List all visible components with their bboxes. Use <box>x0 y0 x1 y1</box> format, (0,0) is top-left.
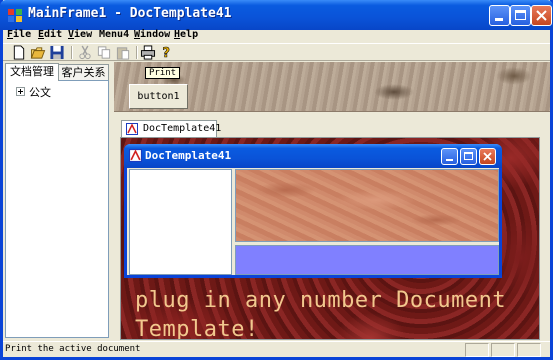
maximize-icon <box>464 152 473 160</box>
tab-label: 文档管理 <box>10 65 54 78</box>
app-icon <box>8 9 22 22</box>
menu-edit[interactable]: Edit <box>38 29 62 40</box>
toolbar-separator <box>136 46 138 59</box>
title-bar[interactable]: MainFrame1 - DocTemplate41 <box>0 0 553 30</box>
close-icon <box>483 152 492 161</box>
child-close-button[interactable] <box>479 148 496 165</box>
child-window-title: DocTemplate41 <box>145 149 232 162</box>
tree-expand-icon[interactable] <box>16 87 25 96</box>
left-pane: 文档管理 客户关系 公文 <box>3 62 111 340</box>
save-icon[interactable] <box>49 45 65 60</box>
document-icon <box>129 149 142 162</box>
button1[interactable]: button1 <box>129 84 188 109</box>
status-bar: Print the active document <box>3 341 550 357</box>
child-texture-view[interactable] <box>235 169 499 242</box>
new-icon[interactable] <box>11 45 27 60</box>
minimize-button[interactable] <box>489 5 510 26</box>
menu-window[interactable]: Window <box>134 29 170 40</box>
menu-menu4[interactable]: Menu4 <box>99 29 129 40</box>
tab-document-management[interactable]: 文档管理 <box>5 63 59 81</box>
child-left-pane[interactable] <box>129 169 232 275</box>
child-maximize-button[interactable] <box>460 148 477 165</box>
status-text: Print the active document <box>5 344 141 354</box>
open-icon[interactable] <box>30 45 46 60</box>
tree-item-label[interactable]: 公文 <box>29 84 51 100</box>
minimize-icon <box>446 159 453 161</box>
tree-view[interactable]: 公文 <box>5 80 109 338</box>
paste-icon[interactable] <box>115 45 131 60</box>
window-title: MainFrame1 - DocTemplate41 <box>28 6 232 21</box>
child-minimize-button[interactable] <box>441 148 458 165</box>
background-text: plug in any number Document Template! <box>135 288 507 340</box>
copy-icon[interactable] <box>96 45 112 60</box>
menu-help[interactable]: Help <box>174 29 198 40</box>
toolbar-separator <box>71 46 73 59</box>
child-window: DocTemplate41 <box>124 144 502 278</box>
print-icon[interactable] <box>140 45 156 60</box>
print-tooltip: Print <box>145 67 181 79</box>
tab-label: DocTemplate41 <box>143 123 222 134</box>
svg-text:?: ? <box>162 46 170 60</box>
child-title-bar[interactable]: DocTemplate41 <box>124 144 502 168</box>
toolbar: ? <box>3 43 550 61</box>
status-panel <box>491 343 515 357</box>
status-panel <box>465 343 489 357</box>
tab-customer-relations[interactable]: 客户关系 <box>58 64 109 80</box>
status-panel <box>517 343 541 357</box>
maximize-button[interactable] <box>510 5 531 26</box>
cut-icon[interactable] <box>77 45 93 60</box>
close-icon <box>536 10 547 21</box>
child-window-body <box>127 168 499 275</box>
tab-label: 客户关系 <box>61 66 106 79</box>
tab-doctemplate[interactable]: DocTemplate41 <box>121 120 221 137</box>
close-button[interactable] <box>531 5 552 26</box>
menu-file[interactable]: File <box>7 29 31 40</box>
document-icon <box>126 123 138 135</box>
minimize-icon <box>495 18 503 21</box>
maximize-icon <box>515 10 526 20</box>
help-icon[interactable]: ? <box>159 45 175 60</box>
menu-bar: File Edit View Menu4 Window Help <box>3 29 550 42</box>
menu-view[interactable]: View <box>68 29 92 40</box>
child-blue-view[interactable] <box>235 245 499 275</box>
